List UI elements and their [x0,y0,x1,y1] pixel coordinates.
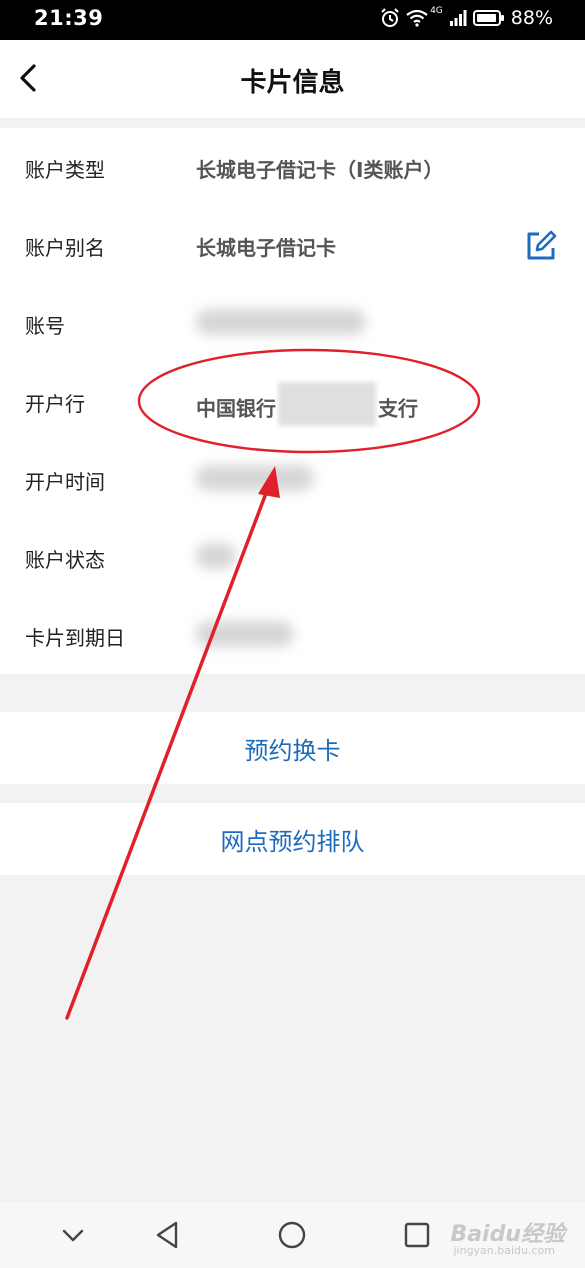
row-account-number: 账号 [0,284,585,362]
battery-percent: 88% [510,7,553,29]
row-label: 开户时间 [25,470,105,494]
row-label: 账号 [25,314,65,338]
row-label: 账户状态 [25,548,105,572]
edit-alias-button[interactable] [525,230,557,262]
redacted-opening-time [196,465,314,491]
chevron-down-icon [62,1229,84,1242]
circle-home-icon [278,1221,306,1249]
replace-card-button[interactable]: 预约换卡 [0,712,585,784]
row-label: 账户别名 [25,236,105,260]
row-opening-bank: 开户行 中国银行 支行 [0,362,585,440]
card-info-list: 账户类型 长城电子借记卡（I类账户） 账户别名 长城电子借记卡 账号 开户行 中… [0,128,585,674]
nav-back-button[interactable] [150,1218,184,1252]
row-value: 中国银行 支行 [196,382,418,432]
redacted-card-expiry [196,621,294,647]
signal-icon [449,10,467,26]
status-icons: 4G 88% [380,6,553,29]
row-value: 长城电子借记卡（I类账户） [196,158,444,182]
status-time: 21:39 [34,6,104,30]
row-opening-time: 开户时间 [0,440,585,518]
nav-bar: 卡片信息 [0,40,585,118]
redacted-account-number [196,309,366,335]
wifi-icon [406,9,428,27]
row-account-alias: 账户别名 长城电子借记卡 [0,206,585,284]
network-label: 4G [430,6,443,16]
triangle-back-icon [156,1221,178,1249]
alarm-icon [381,8,399,27]
page-title: 卡片信息 [240,68,345,98]
watermark-url: jingyan.baidu.com [453,1244,555,1257]
battery-icon [472,10,504,26]
row-label: 账户类型 [25,158,105,182]
redacted-account-status [196,543,236,569]
redacted-branch-name [278,382,376,426]
row-label: 卡片到期日 [25,626,125,650]
row-value: 长城电子借记卡 [196,236,336,260]
hide-nav-button[interactable] [56,1218,90,1252]
nav-recents-button[interactable] [400,1218,434,1252]
row-label: 开户行 [25,392,85,416]
bank-name-suffix: 支行 [378,396,418,421]
row-card-expiry: 卡片到期日 [0,596,585,674]
row-account-type: 账户类型 长城电子借记卡（I类账户） [0,128,585,206]
square-recents-icon [404,1222,430,1248]
row-account-status: 账户状态 [0,518,585,596]
bank-name-prefix: 中国银行 [196,396,276,421]
nav-home-button[interactable] [275,1218,309,1252]
system-nav-bar: Baidu经验 jingyan.baidu.com [0,1202,585,1268]
edit-icon [527,230,557,260]
branch-queue-button[interactable]: 网点预约排队 [0,803,585,875]
status-bar: 21:39 4G 88% [0,0,585,40]
